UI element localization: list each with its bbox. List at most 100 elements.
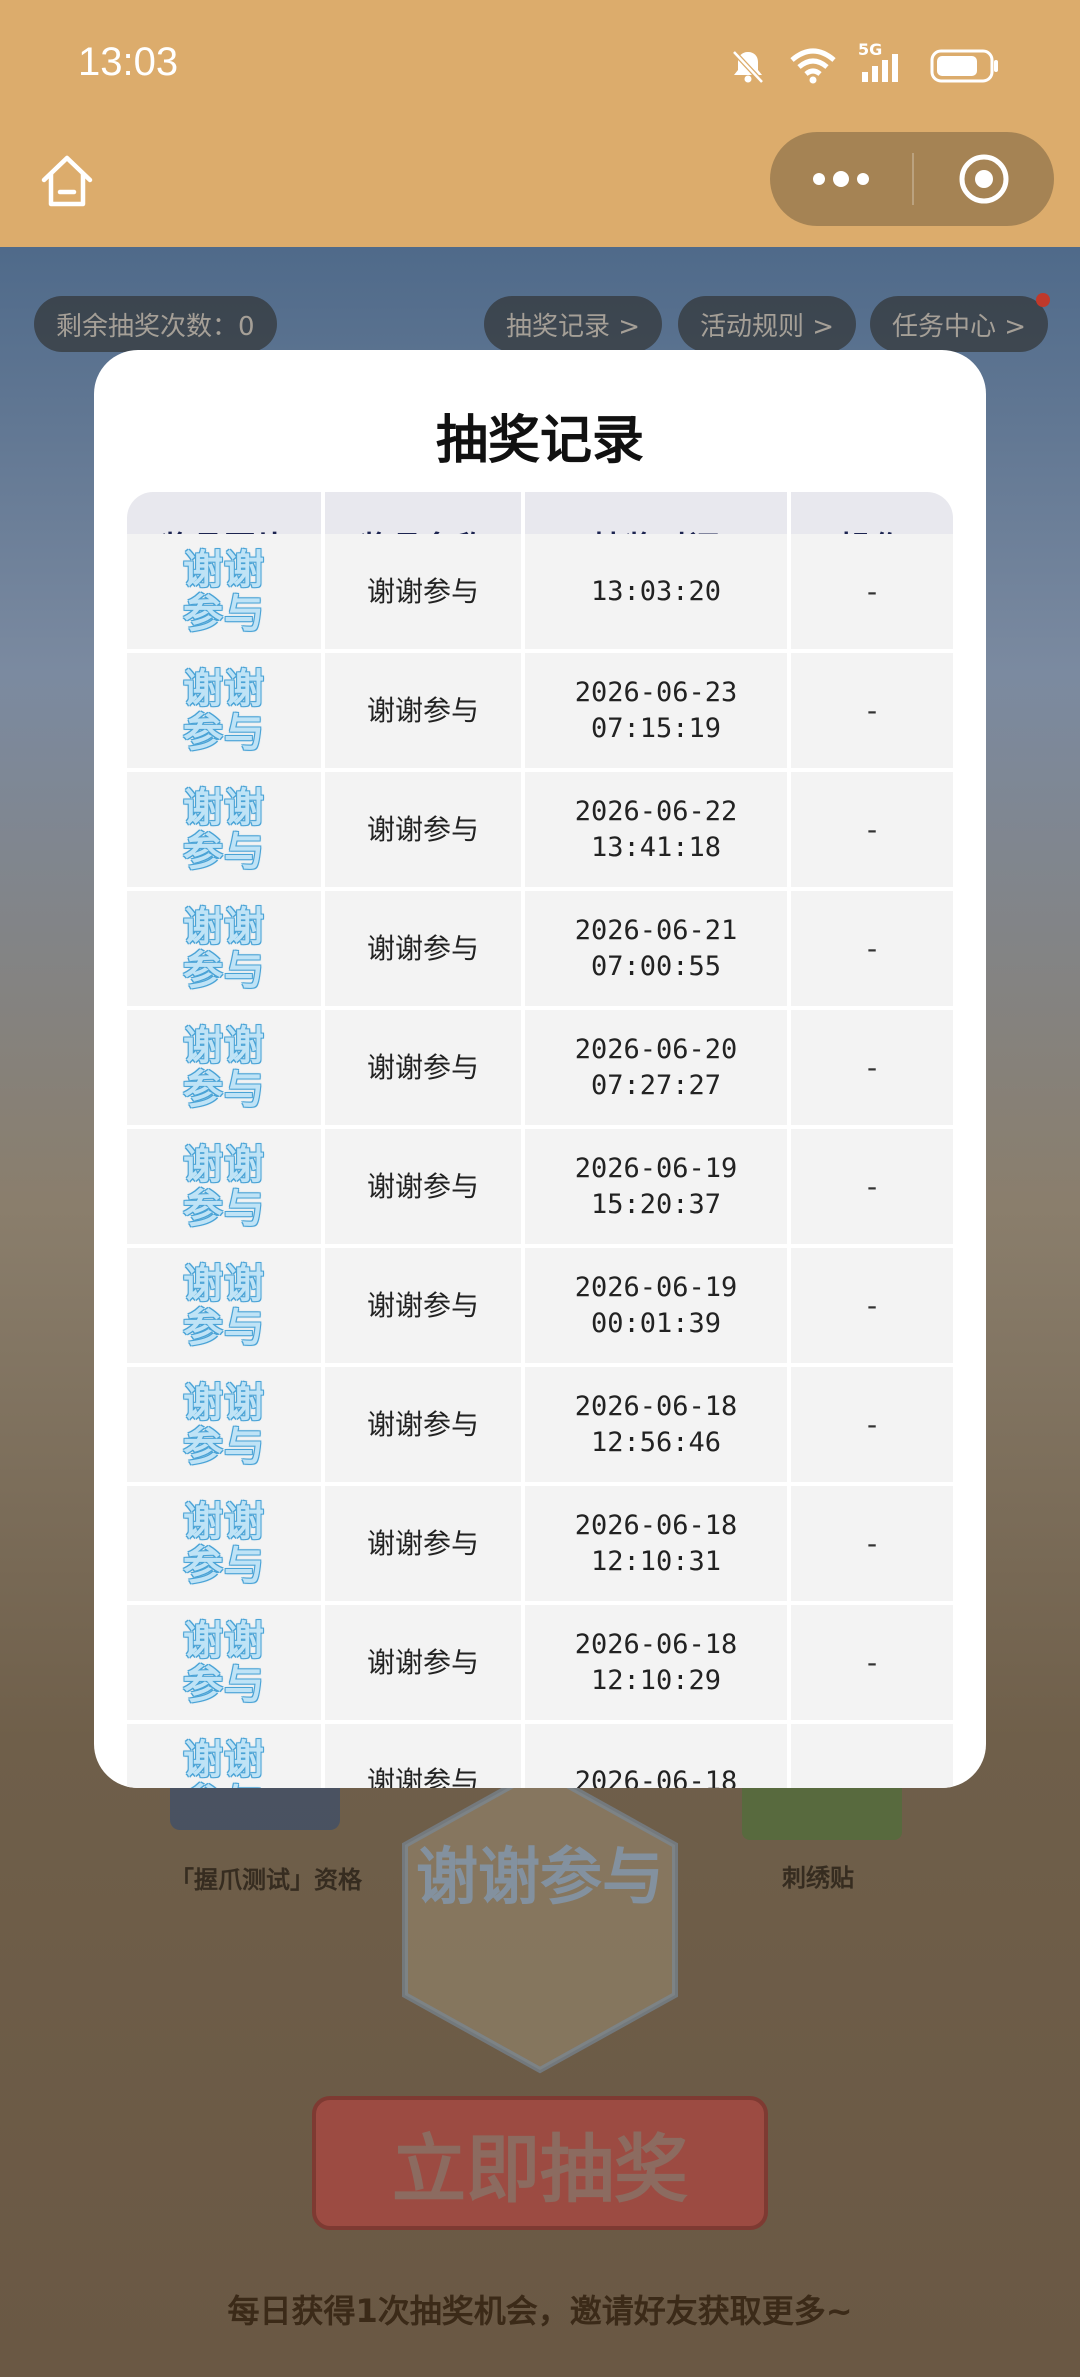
draw-clock: 07:00:55 (590, 950, 722, 982)
table-row: 谢谢参与 谢谢参与 2026-06-18 12:10:31 - (127, 1486, 953, 1605)
records-table[interactable]: 奖品图片 奖品名称 抽奖时间 操作 谢谢参与谢谢参与13:03:20-谢谢参与谢… (127, 492, 953, 1788)
status-time: 13:03 (78, 40, 179, 84)
signal-5g-icon: 5G (858, 40, 908, 84)
draw-date: 2026-06-18 (574, 1628, 738, 1660)
more-button[interactable] (770, 132, 912, 226)
mute-bell-icon (732, 50, 764, 84)
action-cell: - (791, 1010, 953, 1125)
table-row: 谢谢参与 谢谢参与 2026-06-19 15:20:37 - (127, 1129, 953, 1248)
home-button[interactable] (36, 150, 98, 212)
prize-image-text: 谢谢参与 (183, 665, 265, 756)
table-row: 谢谢参与 谢谢参与 13:03:20 - (127, 534, 953, 653)
prize-image-text: 谢谢参与 (183, 1379, 265, 1470)
prize-image-cell: 谢谢参与 (127, 1248, 321, 1363)
action-cell: - (791, 1605, 953, 1720)
draw-time-cell: 2026-06-21 07:00:55 (525, 891, 787, 1006)
prize-image-cell: 谢谢参与 (127, 653, 321, 768)
prize-name-cell: 谢谢参与 (325, 772, 521, 887)
draw-date: 2026-06-23 (574, 676, 738, 708)
prize-image: 谢谢参与 (182, 667, 266, 755)
draw-records-link[interactable]: 抽奖记录 > (484, 296, 663, 352)
prize-image-text: 谢谢参与 (183, 1022, 265, 1113)
prize-image-cell: 谢谢参与 (127, 534, 321, 649)
draw-time-cell: 2026-06-20 07:27:27 (525, 1010, 787, 1125)
draw-time-cell: 2026-06-19 00:01:39 (525, 1248, 787, 1363)
prize-image: 谢谢参与 (182, 548, 266, 636)
close-miniprogram-button[interactable] (914, 132, 1054, 226)
action-cell: - (791, 1486, 953, 1601)
prize-name-cell: 谢谢参与 (325, 1129, 521, 1244)
action-cell: - (791, 1367, 953, 1482)
prize-image: 谢谢参与 (182, 1381, 266, 1469)
activity-rules-link[interactable]: 活动规则 > (678, 296, 857, 352)
prize-image-cell: 谢谢参与 (127, 891, 321, 1006)
prize-hexagon-center (402, 1766, 678, 2074)
prize-image-text: 谢谢参与 (183, 546, 265, 637)
draw-date: 2026-06-22 (574, 795, 738, 827)
prize-image-cell: 谢谢参与 (127, 1129, 321, 1244)
prize-image-cell: 谢谢参与 (127, 1367, 321, 1482)
draw-date: 2026-06-19 (574, 1152, 738, 1184)
prize-name-cell: 谢谢参与 (325, 653, 521, 768)
action-cell: - (791, 534, 953, 649)
notification-dot (1036, 293, 1050, 307)
prize-label-left: 「握爪测试」资格 (170, 1866, 362, 1894)
draw-clock: 13:41:18 (590, 831, 722, 863)
prize-image-cell: 谢谢参与 (127, 1724, 321, 1788)
table-row: 谢谢参与 谢谢参与 2026-06-18 (127, 1724, 953, 1788)
prize-image-text: 谢谢参与 (183, 1736, 265, 1789)
battery-icon (930, 49, 998, 83)
prize-image-text: 谢谢参与 (183, 1141, 265, 1232)
wifi-icon (790, 48, 836, 84)
prize-image-cell: 谢谢参与 (127, 772, 321, 887)
footer-hint: 每日获得1次抽奖机会，邀请好友获取更多~ (227, 2292, 853, 2330)
prize-image: 谢谢参与 (182, 786, 266, 874)
draw-date: 2026-06-21 (574, 914, 738, 946)
prize-image-cell: 谢谢参与 (127, 1605, 321, 1720)
draw-time-cell: 13:03:20 (525, 534, 787, 649)
draw-time-cell: 2026-06-18 12:10:31 (525, 1486, 787, 1601)
draw-clock: 12:10:29 (590, 1664, 722, 1696)
action-cell: - (791, 891, 953, 1006)
draw-clock: 12:56:46 (590, 1426, 722, 1458)
prize-image: 谢谢参与 (182, 1619, 266, 1707)
prize-image-cell: 谢谢参与 (127, 1486, 321, 1601)
draw-time-cell: 2026-06-18 (525, 1724, 787, 1788)
target-close-icon (959, 154, 1009, 204)
draw-clock: 13:03:20 (590, 575, 722, 607)
prize-center-text: 谢谢参与 (415, 1840, 664, 1913)
table-row: 谢谢参与 谢谢参与 2026-06-21 07:00:55 - (127, 891, 953, 1010)
action-cell (791, 1724, 953, 1788)
table-row: 谢谢参与 谢谢参与 2026-06-18 12:56:46 - (127, 1367, 953, 1486)
draw-clock: 07:15:19 (590, 712, 722, 744)
table-row: 谢谢参与 谢谢参与 2026-06-23 07:15:19 - (127, 653, 953, 772)
draw-time-cell: 2026-06-23 07:15:19 (525, 653, 787, 768)
prize-image-text: 谢谢参与 (183, 1498, 265, 1589)
miniprogram-capsule (770, 132, 1054, 226)
prize-image: 谢谢参与 (182, 1262, 266, 1350)
draw-time-cell: 2026-06-18 12:10:29 (525, 1605, 787, 1720)
prize-image: 谢谢参与 (182, 905, 266, 993)
modal-title: 抽奖记录 (435, 411, 644, 471)
prize-name-cell: 谢谢参与 (325, 891, 521, 1006)
prize-image-text: 谢谢参与 (183, 1260, 265, 1351)
prize-image-text: 谢谢参与 (183, 784, 265, 875)
draw-now-button[interactable]: 立即抽奖 (312, 2096, 768, 2230)
prize-name-cell: 谢谢参与 (325, 1486, 521, 1601)
table-row: 谢谢参与 谢谢参与 2026-06-18 12:10:29 - (127, 1605, 953, 1724)
prize-name-cell: 谢谢参与 (325, 1248, 521, 1363)
table-body: 谢谢参与 谢谢参与 13:03:20- 谢谢参与 谢谢参与 2026-06-23 07:15… (127, 534, 953, 1788)
prize-image: 谢谢参与 (182, 1738, 266, 1789)
task-center-link[interactable]: 任务中心 > (870, 296, 1049, 352)
network-label: 5G (858, 40, 883, 59)
status-icons: 5G (728, 40, 1000, 86)
top-bar: 13:03 5G (0, 0, 1080, 247)
more-dots-icon (813, 171, 869, 187)
action-cell: - (791, 1129, 953, 1244)
home-icon (41, 155, 93, 207)
prize-image: 谢谢参与 (182, 1500, 266, 1588)
action-cell: - (791, 772, 953, 887)
table-row: 谢谢参与 谢谢参与 2026-06-22 13:41:18 - (127, 772, 953, 891)
prize-name-cell: 谢谢参与 (325, 1010, 521, 1125)
action-cell: - (791, 1248, 953, 1363)
